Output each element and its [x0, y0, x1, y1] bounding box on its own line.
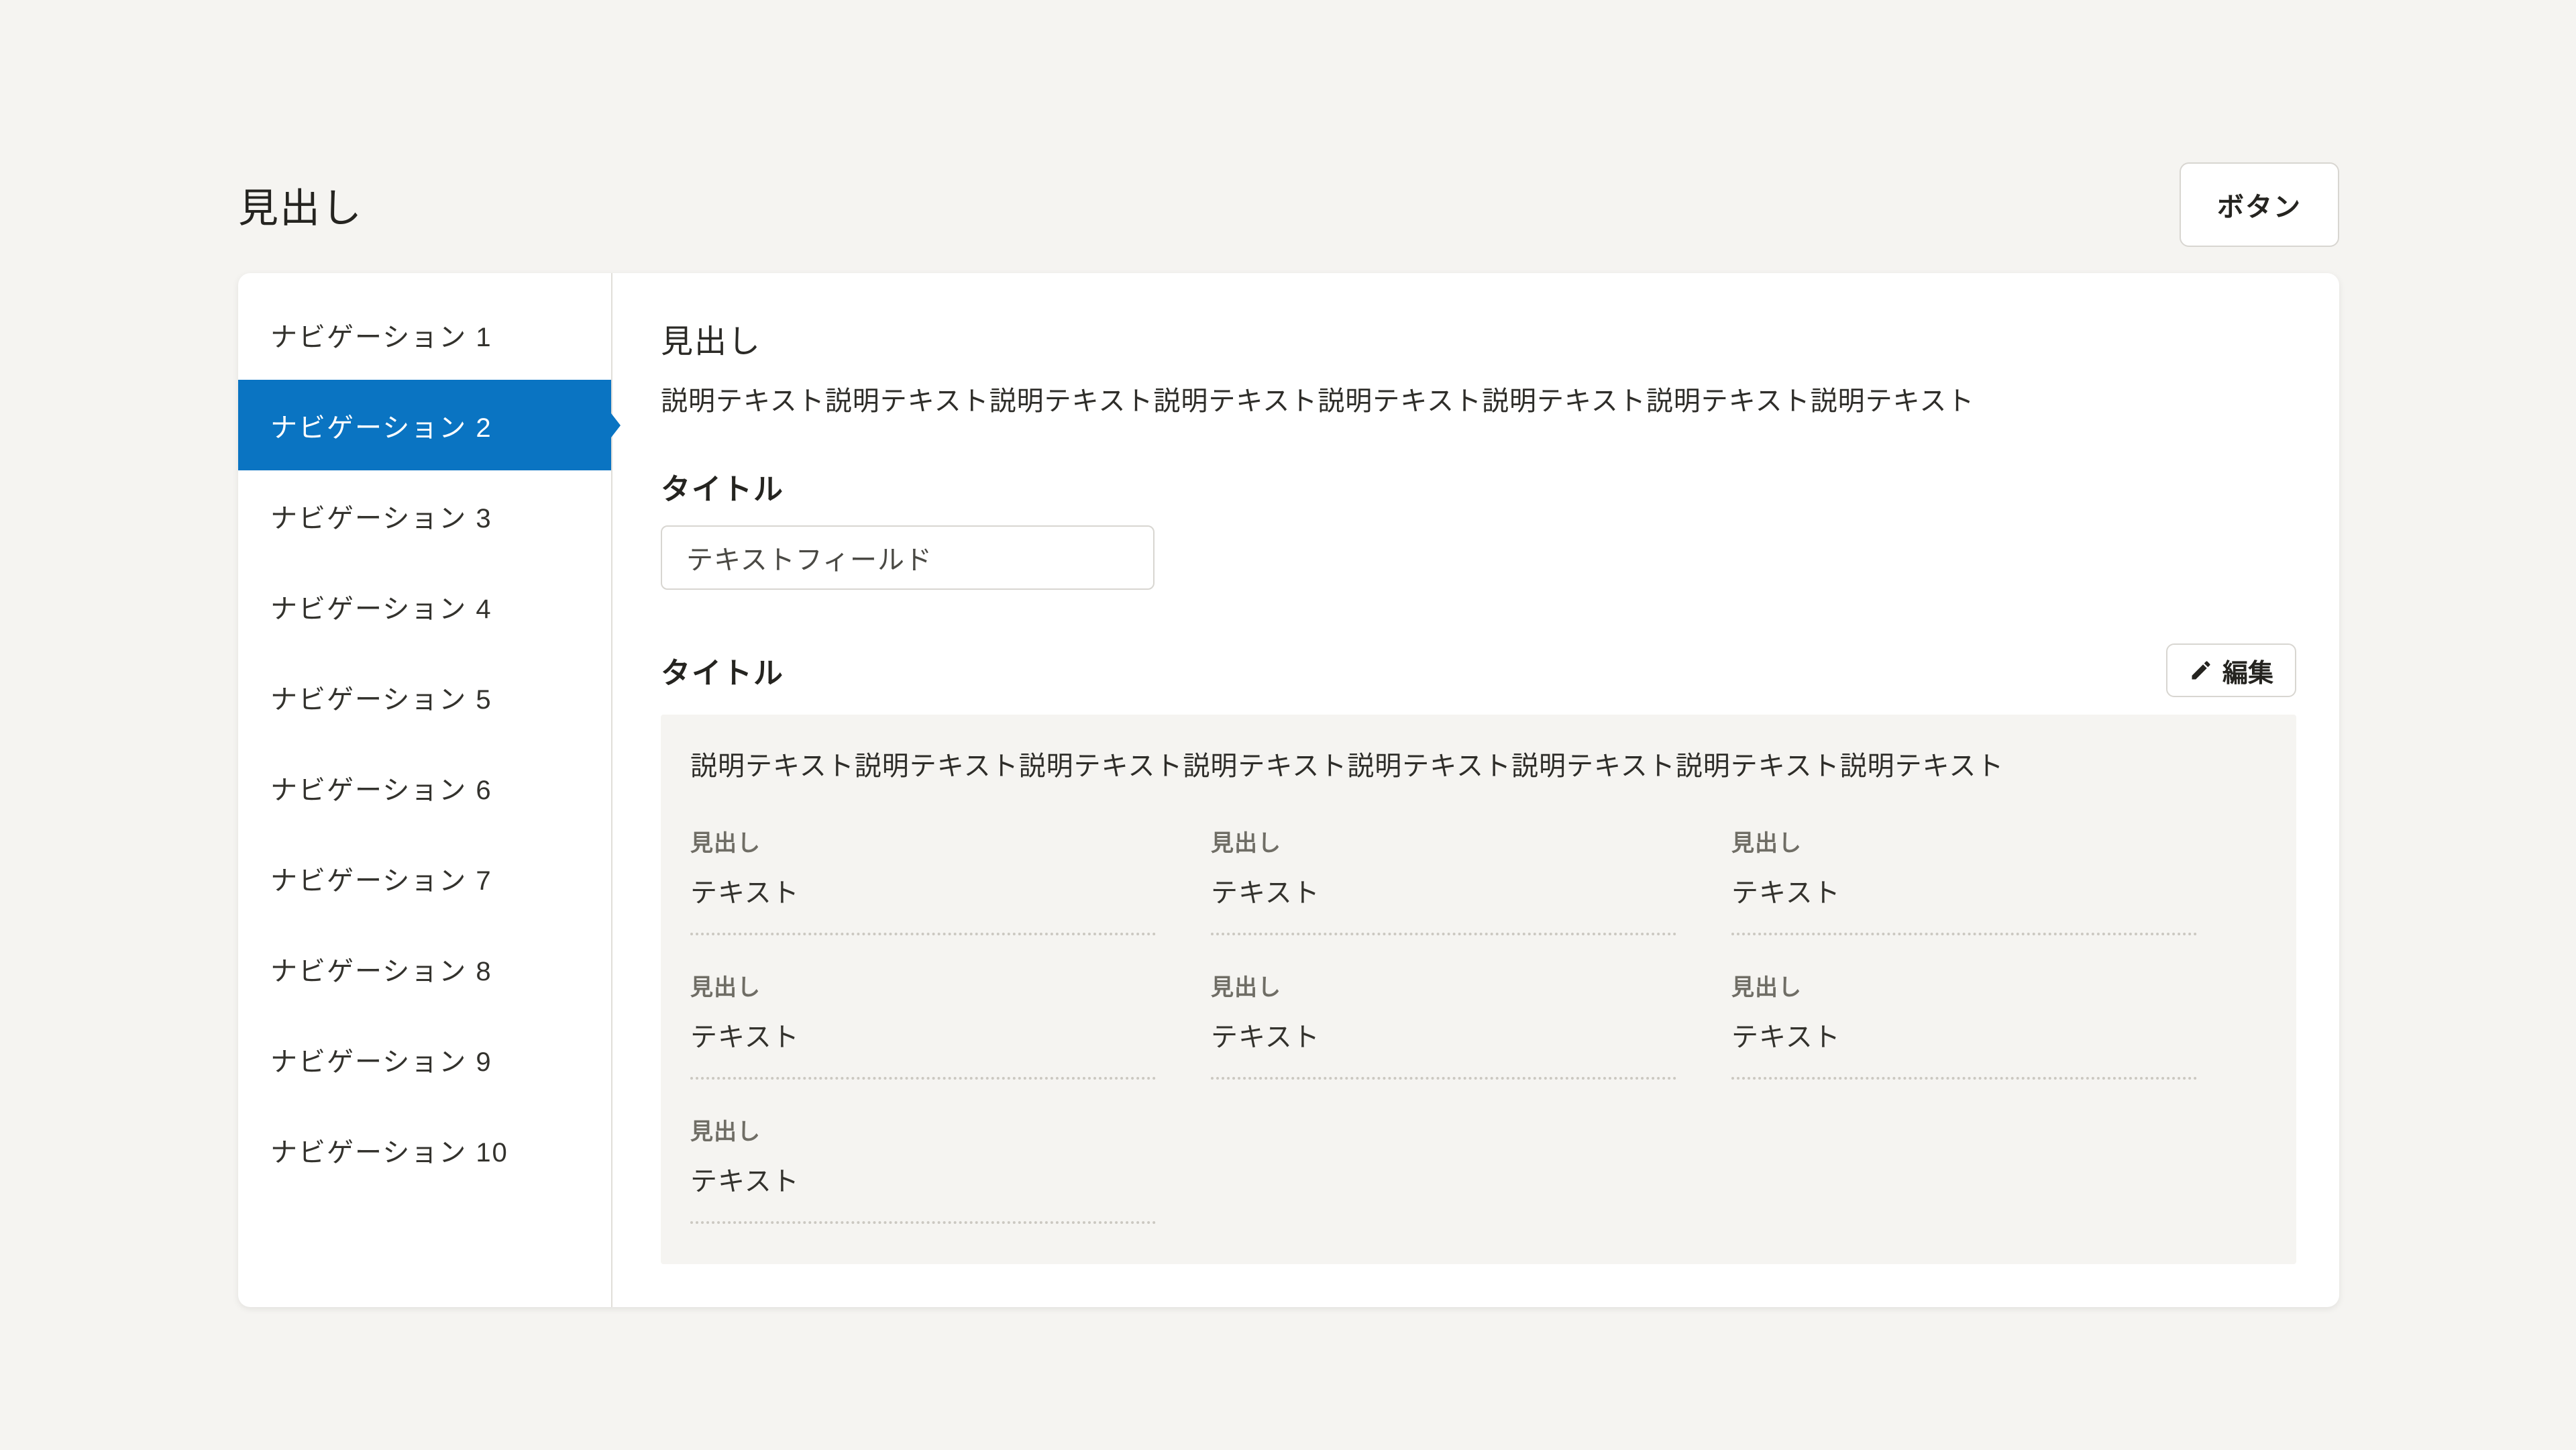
- nav-item[interactable]: ナビゲーション 2: [238, 380, 611, 470]
- detail-item: 見出し テキスト: [1731, 825, 2197, 935]
- nav-item-label: ナビゲーション 10: [270, 1131, 508, 1170]
- detail-item-value: テキスト: [1211, 1015, 1676, 1054]
- nav-item[interactable]: ナビゲーション 9: [238, 1014, 611, 1104]
- page-container: 見出し ボタン ナビゲーション 1 ナビゲーション 2 ナビゲーション 3: [238, 0, 2339, 1307]
- nav-item[interactable]: ナビゲーション 7: [238, 833, 611, 923]
- detail-item-label: 見出し: [690, 969, 1156, 1002]
- panel-description: 説明テキスト説明テキスト説明テキスト説明テキスト説明テキスト説明テキスト説明テキ…: [690, 747, 2267, 786]
- detail-item: 見出し テキスト: [690, 1113, 1156, 1224]
- nav-item-label: ナビゲーション 7: [270, 859, 492, 898]
- nav-item[interactable]: ナビゲーション 1: [238, 289, 611, 380]
- detail-item-value: テキスト: [690, 1015, 1156, 1054]
- page-title: 見出し: [238, 176, 363, 234]
- detail-item: 見出し テキスト: [1731, 969, 2197, 1080]
- nav-item[interactable]: ナビゲーション 4: [238, 561, 611, 652]
- detail-item-value: テキスト: [1211, 871, 1676, 910]
- nav-item-label: ナビゲーション 5: [270, 678, 492, 717]
- detail-item-label: 見出し: [1211, 825, 1676, 858]
- nav-item-label: ナビゲーション 2: [270, 406, 492, 445]
- detail-item-value: テキスト: [1731, 1015, 2197, 1054]
- detail-item: 見出し テキスト: [690, 825, 1156, 935]
- pencil-icon: [2189, 658, 2213, 682]
- nav-item-label: ナビゲーション 6: [270, 768, 492, 807]
- nav-item[interactable]: ナビゲーション 8: [238, 923, 611, 1014]
- detail-item-label: 見出し: [1731, 969, 2197, 1002]
- page-header: 見出し ボタン: [238, 0, 2339, 248]
- detail-item: 見出し テキスト: [690, 969, 1156, 1080]
- nav-item-label: ナビゲーション 1: [270, 315, 492, 354]
- nav-item[interactable]: ナビゲーション 10: [238, 1104, 611, 1195]
- detail-section-header: タイトル 編集: [661, 643, 2296, 697]
- nav-item[interactable]: ナビゲーション 6: [238, 742, 611, 833]
- detail-item-value: テキスト: [690, 1159, 1156, 1198]
- detail-item-value: テキスト: [690, 871, 1156, 910]
- section-heading: 見出し: [661, 315, 2296, 362]
- detail-item: 見出し テキスト: [1211, 825, 1676, 935]
- header-action-button[interactable]: ボタン: [2180, 162, 2339, 247]
- detail-item-label: 見出し: [1211, 969, 1676, 1002]
- nav-item-label: ナビゲーション 9: [270, 1040, 492, 1079]
- field-label: タイトル: [661, 465, 2296, 508]
- active-item-arrow-icon: [611, 413, 621, 437]
- nav-item[interactable]: ナビゲーション 5: [238, 652, 611, 742]
- edit-button[interactable]: 編集: [2166, 643, 2296, 697]
- detail-item-value: テキスト: [1731, 871, 2197, 910]
- page-background: { "colors": { "accent_blue": "#0A74C2" }…: [0, 0, 2576, 1450]
- sidebar-nav: ナビゲーション 1 ナビゲーション 2 ナビゲーション 3 ナビゲーション 4: [238, 273, 612, 1307]
- main-content: 見出し 説明テキスト説明テキスト説明テキスト説明テキスト説明テキスト説明テキスト…: [612, 273, 2339, 1307]
- detail-item: 見出し テキスト: [1211, 969, 1676, 1080]
- detail-panel: 説明テキスト説明テキスト説明テキスト説明テキスト説明テキスト説明テキスト説明テキ…: [661, 715, 2296, 1264]
- detail-item-label: 見出し: [690, 1113, 1156, 1146]
- section-description: 説明テキスト説明テキスト説明テキスト説明テキスト説明テキスト説明テキスト説明テキ…: [661, 382, 2296, 421]
- title-text-field[interactable]: [661, 525, 1155, 590]
- detail-section-label: タイトル: [661, 649, 784, 692]
- nav-item-label: ナビゲーション 3: [270, 497, 492, 535]
- nav-item-label: ナビゲーション 4: [270, 587, 492, 626]
- edit-button-label: 編集: [2222, 652, 2273, 689]
- nav-item[interactable]: ナビゲーション 3: [238, 470, 611, 561]
- detail-grid: 見出し テキスト 見出し テキスト 見出し テキスト: [690, 825, 2267, 1224]
- detail-item-label: 見出し: [690, 825, 1156, 858]
- nav-item-label: ナビゲーション 8: [270, 949, 492, 988]
- detail-item-label: 見出し: [1731, 825, 2197, 858]
- content-card: ナビゲーション 1 ナビゲーション 2 ナビゲーション 3 ナビゲーション 4: [238, 273, 2339, 1307]
